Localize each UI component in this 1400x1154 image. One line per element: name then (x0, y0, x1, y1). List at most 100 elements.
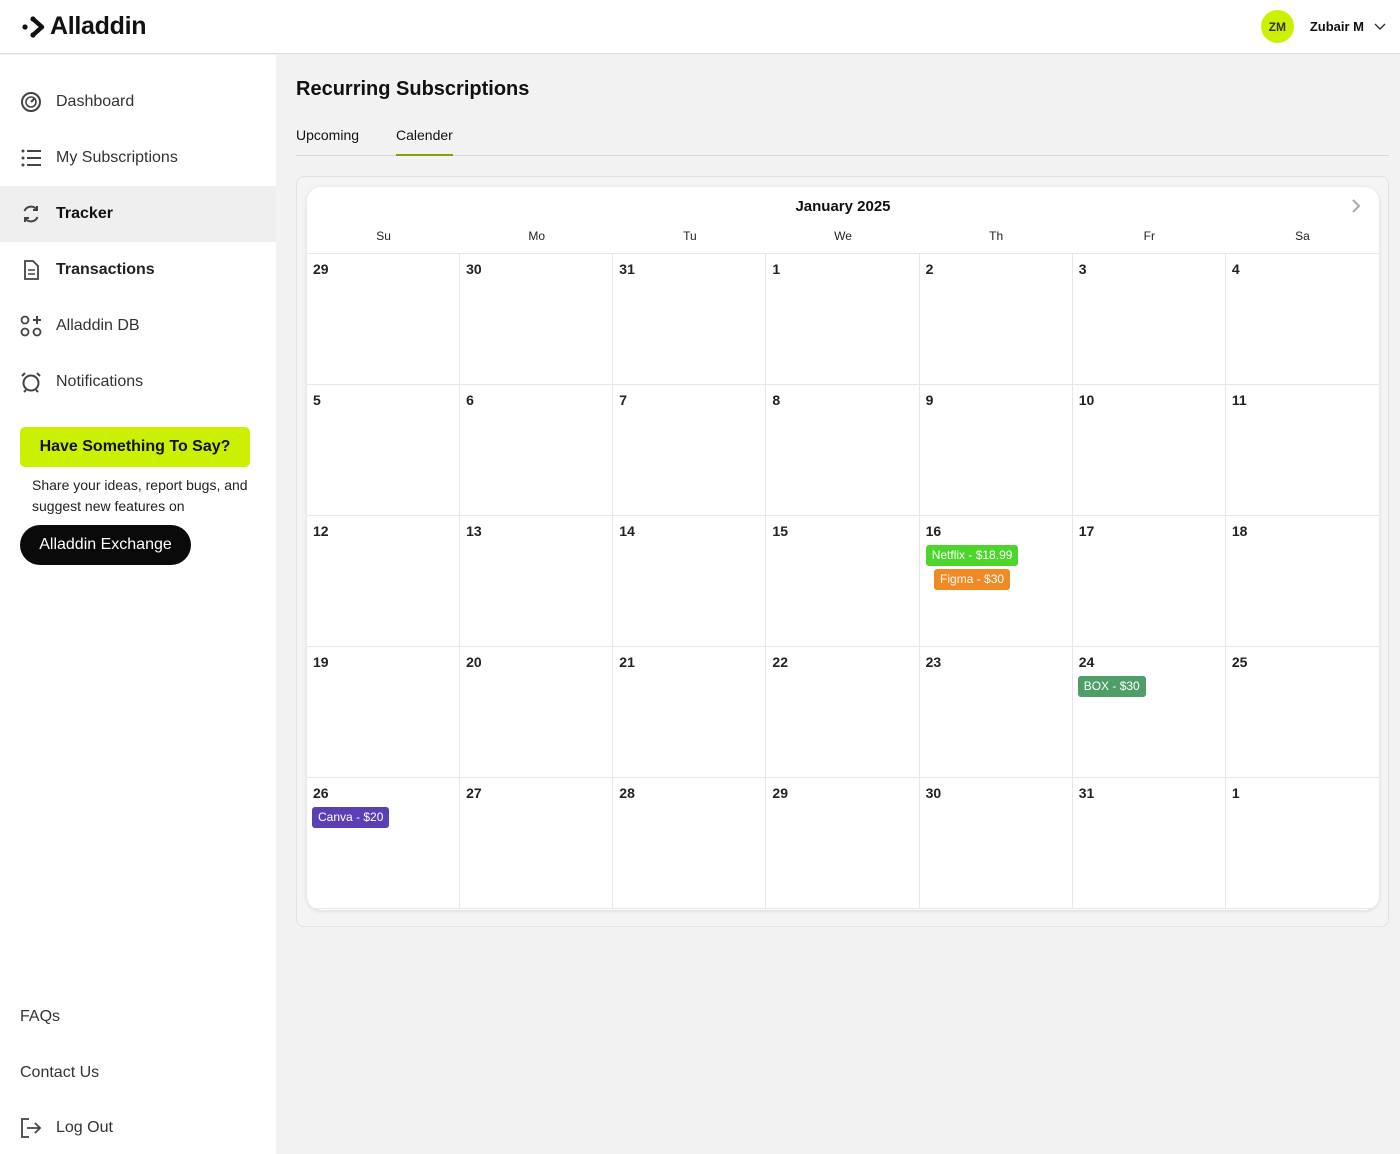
calendar-day-cell[interactable]: 3 (1072, 254, 1226, 385)
day-number: 4 (1231, 261, 1240, 277)
calendar-day-cell[interactable]: 9 (919, 385, 1073, 516)
calendar-day-cell[interactable]: 10 (1072, 385, 1226, 516)
day-number: 29 (772, 785, 788, 801)
subscription-event-chip[interactable]: Figma - $30 (934, 569, 1011, 590)
sidebar-item-label: My Subscriptions (56, 149, 178, 166)
calendar-day-cell[interactable]: 28 (613, 778, 767, 909)
day-number: 14 (619, 523, 635, 539)
sidebar: Dashboard My Subscriptions Tracker Trans… (0, 55, 276, 1154)
faqs-link[interactable]: FAQs (20, 1008, 60, 1026)
calendar-day-cell[interactable]: 8 (766, 385, 920, 516)
avatar[interactable]: ZM (1260, 10, 1294, 43)
calendar-day-cell[interactable]: 6 (460, 385, 614, 516)
calendar-day-cell[interactable]: 30 (460, 254, 614, 385)
gauge-icon (20, 91, 42, 113)
feedback-button[interactable]: Have Something To Say? (20, 427, 250, 467)
document-icon (20, 259, 42, 281)
subscription-event-chip[interactable]: Netflix - $18.99 (925, 545, 1019, 566)
day-number: 13 (466, 523, 482, 539)
calendar-day-cell[interactable]: 12 (307, 516, 461, 647)
calendar-day-cell[interactable]: 15 (766, 516, 920, 647)
subscription-event-chip[interactable]: Canva - $20 (312, 807, 390, 828)
weekday-header: Su Mo Tu We Th Fr Sa (307, 229, 1379, 253)
tab-calender[interactable]: Calender (396, 127, 453, 156)
calendar-day-cell[interactable]: 30 (919, 778, 1073, 909)
calendar-day-cell[interactable]: 1 (1225, 778, 1379, 909)
calendar-day-cell[interactable]: 22 (766, 647, 920, 778)
day-number: 28 (619, 785, 635, 801)
event-list: BOX - $30 (1077, 670, 1220, 697)
logo-text: Alladdin (50, 12, 147, 40)
calendar-day-cell[interactable]: 27 (460, 778, 614, 909)
calendar-day-cell[interactable]: 29 (766, 778, 920, 909)
sidebar-item-alladdin-db[interactable]: Alladdin DB (0, 298, 276, 354)
day-number: 18 (1231, 523, 1248, 539)
alladdin-exchange-button[interactable]: Alladdin Exchange (20, 525, 191, 565)
tab-bar: Upcoming Calender (296, 124, 1389, 156)
user-name[interactable]: Zubair M (1310, 19, 1364, 34)
calendar-month-title: January 2025 (795, 198, 891, 215)
calendar-day-cell[interactable]: 29 (307, 254, 461, 385)
sidebar-item-notifications[interactable]: Notifications (0, 354, 276, 410)
calendar-day-cell[interactable]: 17 (1072, 516, 1226, 647)
sidebar-item-transactions[interactable]: Transactions (0, 242, 276, 298)
calendar-day-cell[interactable]: 31 (613, 254, 767, 385)
day-number: 5 (313, 392, 321, 408)
day-number: 7 (619, 392, 628, 408)
calendar-day-cell[interactable]: 26 Canva - $20 (307, 778, 461, 909)
calendar-day-cell[interactable]: 31 (1072, 778, 1226, 909)
logout-label: Log Out (56, 1119, 113, 1136)
logo-mark-icon (22, 15, 45, 38)
refresh-icon (20, 203, 42, 225)
calendar-day-cell[interactable]: 7 (613, 385, 767, 516)
calendar-day-cell[interactable]: 18 (1225, 516, 1379, 647)
user-menu[interactable]: ZM Zubair M (1260, 10, 1386, 43)
event-list: Canva - $20 (312, 801, 454, 828)
day-number: 27 (466, 785, 482, 801)
sidebar-item-dashboard[interactable]: Dashboard (0, 74, 276, 130)
calendar-day-cell[interactable]: 11 (1225, 385, 1379, 516)
logout-button[interactable]: Log Out (20, 1117, 113, 1139)
sidebar-item-tracker[interactable]: Tracker (0, 186, 276, 242)
tab-upcoming[interactable]: Upcoming (296, 127, 359, 156)
day-number: 3 (1078, 261, 1087, 277)
subscription-event-chip[interactable]: BOX - $30 (1077, 676, 1146, 697)
calendar-grid: 29 30 31 1 2 3 4 5 6 7 8 9 10 11 12 13 14 15 16 Netflix - $… (307, 253, 1379, 910)
calendar-day-cell[interactable]: 25 (1225, 647, 1379, 778)
weekday-label: Fr (1143, 229, 1155, 243)
sidebar-item-label: Tracker (56, 205, 113, 222)
calendar-day-cell[interactable]: 5 (307, 385, 461, 516)
chevron-down-icon[interactable] (1374, 23, 1386, 31)
day-number: 22 (772, 654, 788, 670)
calendar-day-cell[interactable]: 19 (307, 647, 461, 778)
day-number: 24 (1078, 654, 1095, 670)
calendar-day-cell[interactable]: 23 (919, 647, 1073, 778)
day-number: 21 (619, 654, 635, 670)
feedback-text: Share your ideas, report bugs, and sugge… (32, 477, 248, 514)
logo[interactable]: Alladdin (22, 12, 147, 41)
day-number: 17 (1078, 523, 1095, 539)
calendar-day-cell[interactable]: 2 (919, 254, 1073, 385)
day-number: 10 (1078, 392, 1095, 408)
contact-us-link[interactable]: Contact Us (20, 1064, 99, 1082)
day-number: 26 (313, 785, 329, 801)
calendar-day-cell[interactable]: 24 BOX - $30 (1072, 647, 1226, 778)
day-number: 15 (772, 523, 788, 539)
calendar-day-cell[interactable]: 20 (460, 647, 614, 778)
calendar-day-cell[interactable]: 16 Netflix - $18.99 Figma - $30 (919, 516, 1073, 647)
calendar-day-cell[interactable]: 14 (613, 516, 767, 647)
day-number: 2 (925, 261, 934, 277)
sidebar-item-my-subscriptions[interactable]: My Subscriptions (0, 130, 276, 186)
calendar-day-cell[interactable]: 4 (1225, 254, 1379, 385)
calendar-day-cell[interactable]: 21 (613, 647, 767, 778)
weekday-label: Sa (1295, 229, 1310, 243)
day-number: 16 (925, 523, 942, 539)
calendar-day-cell[interactable]: 1 (766, 254, 920, 385)
top-bar: Alladdin ZM Zubair M (0, 0, 1400, 54)
event-list: Netflix - $18.99 Figma - $30 (925, 539, 1020, 590)
chevron-right-icon[interactable] (1351, 199, 1365, 215)
alarm-icon (20, 371, 42, 393)
sidebar-item-label: Notifications (56, 373, 144, 390)
day-number: 1 (1231, 785, 1240, 801)
calendar-day-cell[interactable]: 13 (460, 516, 614, 647)
